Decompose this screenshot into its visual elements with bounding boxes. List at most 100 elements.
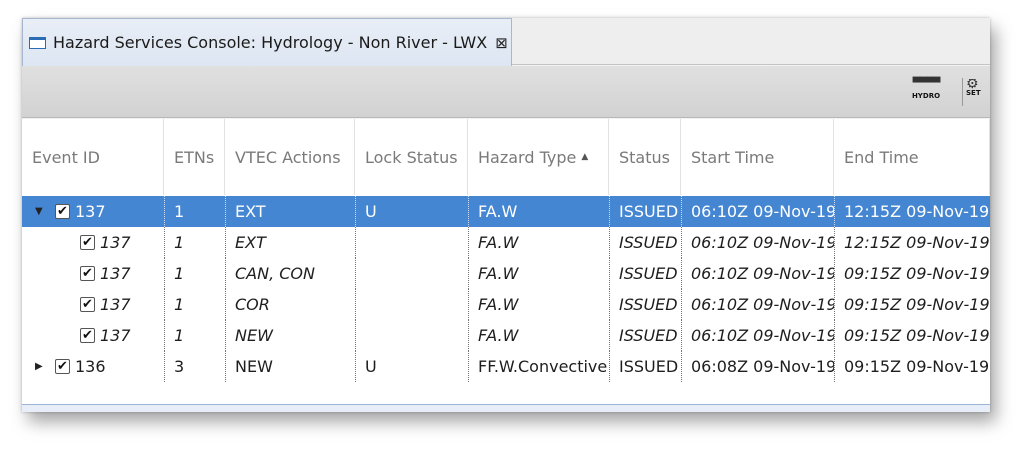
expand-right-icon[interactable]: ▶ [35, 361, 49, 372]
column-divider [834, 320, 835, 351]
cell-lock-status [355, 320, 468, 351]
close-icon[interactable]: ⊠ [495, 34, 508, 52]
column-divider [164, 196, 165, 227]
header-start-time[interactable]: Start Time [681, 119, 834, 195]
event-checkbox[interactable]: ✔ [55, 359, 70, 374]
table-header: Event ID ETNs VTEC Actions Lock Status Hazar… [22, 119, 990, 195]
column-divider [164, 320, 165, 351]
event-id-text: 137 [100, 326, 131, 345]
header-label: Start Time [691, 147, 775, 167]
table-child-row[interactable]: ✔ 137 1 COR FA.W ISSUED 06:10Z 09-Nov-19 09:15Z… [22, 289, 990, 320]
header-status[interactable]: Status [609, 119, 681, 195]
cell-status: ISSUED [619, 357, 679, 376]
column-divider [164, 258, 165, 289]
expand-down-icon[interactable]: ▼ [35, 206, 49, 217]
event-id-text: 137 [100, 233, 131, 252]
cell-hazard-type: FA.W [478, 233, 519, 252]
cell-start-time: 06:10Z 09-Nov-19 [691, 264, 834, 283]
table-child-row[interactable]: ✔ 137 1 EXT FA.W ISSUED 06:10Z 09-Nov-19 12:15Z… [22, 227, 990, 258]
column-divider [355, 289, 356, 320]
header-end-time[interactable]: End Time [834, 119, 990, 195]
window-bottom-border [22, 404, 990, 412]
event-id-text: 136 [75, 357, 106, 376]
hydro-label: HYDRO [911, 92, 941, 100]
column-divider [609, 351, 610, 382]
cell-vtec-actions: COR [235, 295, 270, 314]
column-divider [681, 227, 682, 258]
cell-start-time: 06:10Z 09-Nov-19 [691, 202, 834, 221]
cell-event-id: ✔ 137 [22, 227, 164, 258]
event-checkbox[interactable]: ✔ [80, 235, 95, 250]
cell-start-time: 06:10Z 09-Nov-19 [691, 233, 834, 252]
cell-status: ISSUED [619, 202, 679, 221]
header-event-id[interactable]: Event ID [22, 119, 164, 195]
cell-end-time: 09:15Z 09-Nov-19 [844, 357, 990, 376]
cell-lock-status [355, 258, 468, 289]
table-row[interactable]: ▶ ✔ 136 3 NEW U FF.W.Convective ISSUED 06:08Z 09… [22, 351, 990, 382]
column-divider [681, 351, 682, 382]
header-label: Hazard Type [478, 147, 577, 167]
cell-lock-status [355, 289, 468, 320]
column-divider [225, 289, 226, 320]
header-label: Status [619, 147, 670, 167]
column-divider [468, 258, 469, 289]
header-hazard-type[interactable]: Hazard Type ▲ [468, 119, 609, 195]
cell-event-id: ✔ 137 [22, 289, 164, 320]
header-label: End Time [844, 147, 919, 167]
table-row[interactable]: ▼ ✔ 137 1 EXT U FA.W ISSUED 06:10Z 09-Nov-19 12:1… [22, 196, 990, 227]
event-checkbox[interactable]: ✔ [55, 204, 70, 219]
column-divider [609, 320, 610, 351]
setup-label: SET [966, 89, 981, 97]
event-id-text: 137 [75, 202, 106, 221]
header-label: VTEC Actions [235, 147, 341, 167]
column-divider [834, 289, 835, 320]
cell-end-time: 12:15Z 09-Nov-19 [844, 202, 990, 221]
event-checkbox[interactable]: ✔ [80, 266, 95, 281]
header-vtec-actions[interactable]: VTEC Actions [225, 119, 355, 195]
cell-hazard-type: FA.W [478, 264, 519, 283]
column-divider [164, 351, 165, 382]
column-divider [355, 196, 356, 227]
column-divider [355, 320, 356, 351]
cell-vtec-actions: NEW [235, 326, 273, 345]
tab-title: Hazard Services Console: Hydrology - Non… [53, 33, 488, 52]
cell-start-time: 06:10Z 09-Nov-19 [691, 326, 834, 345]
cell-lock-status: U [365, 202, 377, 221]
cell-end-time: 09:15Z 09-Nov-19 [844, 264, 990, 283]
cell-status: ISSUED [619, 295, 678, 314]
table-child-row[interactable]: ✔ 137 1 CAN, CON FA.W ISSUED 06:10Z 09-Nov-19 0… [22, 258, 990, 289]
header-etns[interactable]: ETNs [164, 119, 225, 195]
toolbar-separator [962, 78, 963, 106]
cell-etns: 1 [174, 264, 185, 283]
column-divider [355, 227, 356, 258]
column-divider [681, 320, 682, 351]
setup-button[interactable]: ⚙ SET [966, 79, 990, 107]
event-checkbox[interactable]: ✔ [80, 297, 95, 312]
column-divider [681, 289, 682, 320]
header-lock-status[interactable]: Lock Status [355, 119, 468, 195]
event-checkbox[interactable]: ✔ [80, 328, 95, 343]
cell-event-id: ✔ 137 [22, 258, 164, 289]
cell-etns: 1 [174, 233, 185, 252]
cell-vtec-actions: EXT [235, 233, 266, 252]
cell-vtec-actions: NEW [235, 357, 273, 376]
header-label: ETNs [174, 147, 215, 167]
column-divider [834, 258, 835, 289]
column-divider [468, 196, 469, 227]
cell-end-time: 09:15Z 09-Nov-19 [844, 295, 990, 314]
column-divider [164, 227, 165, 258]
cell-status: ISSUED [619, 326, 678, 345]
header-label: Lock Status [365, 147, 458, 167]
window-icon [29, 36, 46, 49]
column-divider [609, 196, 610, 227]
column-divider [164, 289, 165, 320]
tab-bar: Hazard Services Console: Hydrology - Non… [22, 18, 990, 66]
hydro-button[interactable]: ▀▀▀▀ HYDRO [906, 79, 946, 107]
table-child-row[interactable]: ✔ 137 1 NEW FA.W ISSUED 06:10Z 09-Nov-19 09:15Z… [22, 320, 990, 351]
console-tab[interactable]: Hazard Services Console: Hydrology - Non… [22, 18, 512, 66]
cell-vtec-actions: EXT [235, 202, 266, 221]
cell-end-time: 09:15Z 09-Nov-19 [844, 326, 990, 345]
column-divider [468, 351, 469, 382]
cell-etns: 1 [174, 326, 185, 345]
column-divider [225, 227, 226, 258]
